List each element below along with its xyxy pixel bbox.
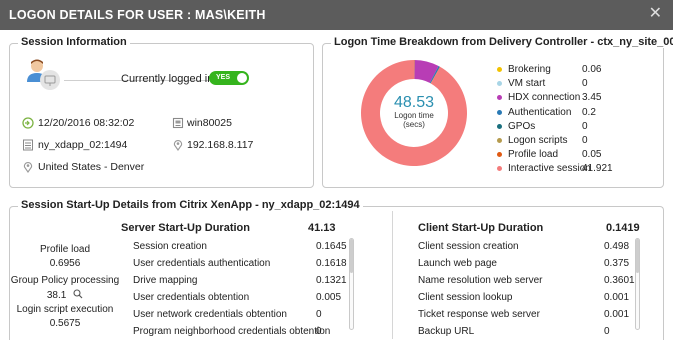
delivery-group-value: ny_xdapp_02:1494 bbox=[38, 139, 128, 151]
client-startup-row-value: 0.001 bbox=[604, 309, 630, 320]
legend-swatch bbox=[497, 109, 502, 115]
session-information-title: Session Information bbox=[18, 36, 130, 48]
legend-value: 41.921 bbox=[582, 163, 613, 175]
group-policy-metric: Group Policy processing 38.1 bbox=[10, 275, 120, 301]
profile-load-value: 0.6956 bbox=[49, 258, 81, 269]
client-startup-total: 0.1419 bbox=[606, 222, 640, 234]
client-startup-row-label: Client session creation bbox=[418, 241, 519, 252]
legend-label: Profile load bbox=[508, 149, 559, 161]
client-scrollbar[interactable] bbox=[635, 238, 640, 330]
client-startup-row-label: Name resolution web server bbox=[418, 275, 543, 286]
legend-label: HDX connection bbox=[508, 92, 581, 104]
client-startup-row-label: Launch web page bbox=[418, 258, 497, 269]
client-startup-header: Client Start-Up Duration bbox=[418, 222, 544, 234]
server-scrollbar-thumb[interactable] bbox=[350, 239, 353, 273]
group-policy-label: Group Policy processing bbox=[10, 275, 120, 286]
login-status-text: Currently logged in bbox=[121, 73, 214, 85]
legend-label: Brokering bbox=[508, 64, 551, 75]
legend-swatch bbox=[497, 123, 502, 129]
legend-swatch bbox=[497, 152, 502, 158]
session-information-panel: Session Information Currently logged in … bbox=[9, 36, 314, 188]
donut-center-unit: (secs) bbox=[403, 120, 425, 129]
legend-value: 0 bbox=[582, 135, 588, 146]
login-script-label: Login script execution bbox=[16, 304, 114, 315]
login-script-value: 0.5675 bbox=[49, 318, 81, 329]
window-titlebar: LOGON DETAILS FOR USER : MAS\KEITH ✕ bbox=[0, 0, 673, 30]
session-startup-panel: Session Start-Up Details from Citrix Xen… bbox=[9, 199, 664, 340]
client-scrollbar-thumb[interactable] bbox=[636, 239, 639, 273]
legend-label: Authentication bbox=[508, 106, 572, 118]
donut-center-value: 48.53 bbox=[393, 94, 435, 111]
legend-value: 0.05 bbox=[582, 149, 602, 161]
client-startup-row-value: 0.3601 bbox=[604, 275, 635, 286]
server-startup-row-label: Session creation bbox=[133, 241, 207, 252]
client-startup-row-value: 0.375 bbox=[604, 258, 630, 269]
server-startup-row-value: 0.1645 bbox=[316, 241, 347, 252]
login-script-metric: Login script execution 0.5675 bbox=[10, 304, 120, 329]
legend-swatch bbox=[497, 138, 502, 143]
legend-value: 0.2 bbox=[582, 106, 596, 118]
legend-swatch bbox=[497, 67, 502, 72]
profile-load-label: Profile load bbox=[39, 244, 91, 255]
legend-value: 0 bbox=[582, 120, 588, 132]
legend-value: 0.06 bbox=[582, 64, 602, 75]
server-startup-row-label: Program neighborhood credentials obtenti… bbox=[133, 326, 331, 337]
legend-swatch bbox=[497, 166, 502, 172]
logon-breakdown-title: Logon Time Breakdown from Delivery Contr… bbox=[331, 36, 673, 48]
server-scrollbar[interactable] bbox=[349, 238, 354, 330]
server-startup-row-label: Drive mapping bbox=[133, 275, 198, 286]
ip-address: 192.168.8.117 bbox=[187, 139, 254, 151]
session-startup-title: Session Start-Up Details from Citrix Xen… bbox=[18, 199, 363, 211]
client-startup-row-value: 0 bbox=[604, 326, 610, 337]
ip-location-icon bbox=[173, 140, 183, 151]
server-startup-row-value: 0.1618 bbox=[316, 258, 347, 269]
donut-center: 48.53 Logon time (secs) bbox=[359, 94, 469, 129]
server-startup-row-value: 0.005 bbox=[316, 292, 342, 303]
user-avatar-icon bbox=[27, 59, 60, 90]
window-title: LOGON DETAILS FOR USER : MAS\KEITH bbox=[9, 8, 266, 22]
machine-icon bbox=[172, 117, 184, 129]
server-startup-row-value: 0.1321 bbox=[316, 275, 347, 286]
client-startup-row-label: Ticket response web server bbox=[418, 309, 540, 320]
server-startup-row-label: User credentials obtention bbox=[133, 292, 250, 303]
location-pin-icon bbox=[23, 162, 33, 173]
server-startup-row-value: 0 bbox=[316, 326, 322, 337]
machine-name: win80025 bbox=[187, 117, 232, 129]
search-icon[interactable] bbox=[73, 289, 83, 299]
legend-swatch bbox=[497, 81, 502, 87]
server-startup-row-label: User credentials authentication bbox=[133, 258, 271, 269]
legend-label: GPOs bbox=[508, 120, 536, 132]
legend-label: Interactive session bbox=[508, 163, 591, 175]
client-startup-row-value: 0.001 bbox=[604, 292, 630, 303]
logged-in-toggle[interactable]: YES bbox=[209, 71, 249, 85]
client-startup-row-label: Backup URL bbox=[418, 326, 475, 337]
profile-load-metric: Profile load 0.6956 bbox=[10, 244, 120, 269]
client-startup-row-value: 0.498 bbox=[604, 241, 630, 252]
logon-time-icon bbox=[22, 117, 34, 129]
toggle-knob bbox=[237, 73, 247, 83]
close-icon[interactable]: ✕ bbox=[649, 6, 662, 22]
donut-center-label: Logon time bbox=[394, 111, 434, 120]
legend-value: 3.45 bbox=[582, 92, 602, 104]
logon-breakdown-panel: Logon Time Breakdown from Delivery Contr… bbox=[322, 36, 673, 188]
server-icon bbox=[23, 139, 33, 151]
client-startup-row-label: Client session lookup bbox=[418, 292, 513, 303]
toggle-label: YES bbox=[216, 74, 231, 81]
legend-label: VM start bbox=[508, 78, 546, 90]
server-startup-row-label: User network credentials obtention bbox=[133, 309, 287, 320]
legend-swatch bbox=[497, 95, 502, 101]
legend-label: Logon scripts bbox=[508, 135, 568, 146]
group-policy-value: 38.1 bbox=[46, 290, 67, 301]
server-startup-header: Server Start-Up Duration bbox=[121, 222, 250, 234]
logon-time-value: 12/20/2016 08:32:02 bbox=[38, 117, 135, 129]
location-value: United States - Denver bbox=[38, 161, 145, 173]
legend-value: 0 bbox=[582, 78, 588, 90]
server-startup-row-value: 0 bbox=[316, 309, 322, 320]
server-startup-total: 41.13 bbox=[308, 222, 336, 234]
column-divider bbox=[392, 211, 393, 339]
